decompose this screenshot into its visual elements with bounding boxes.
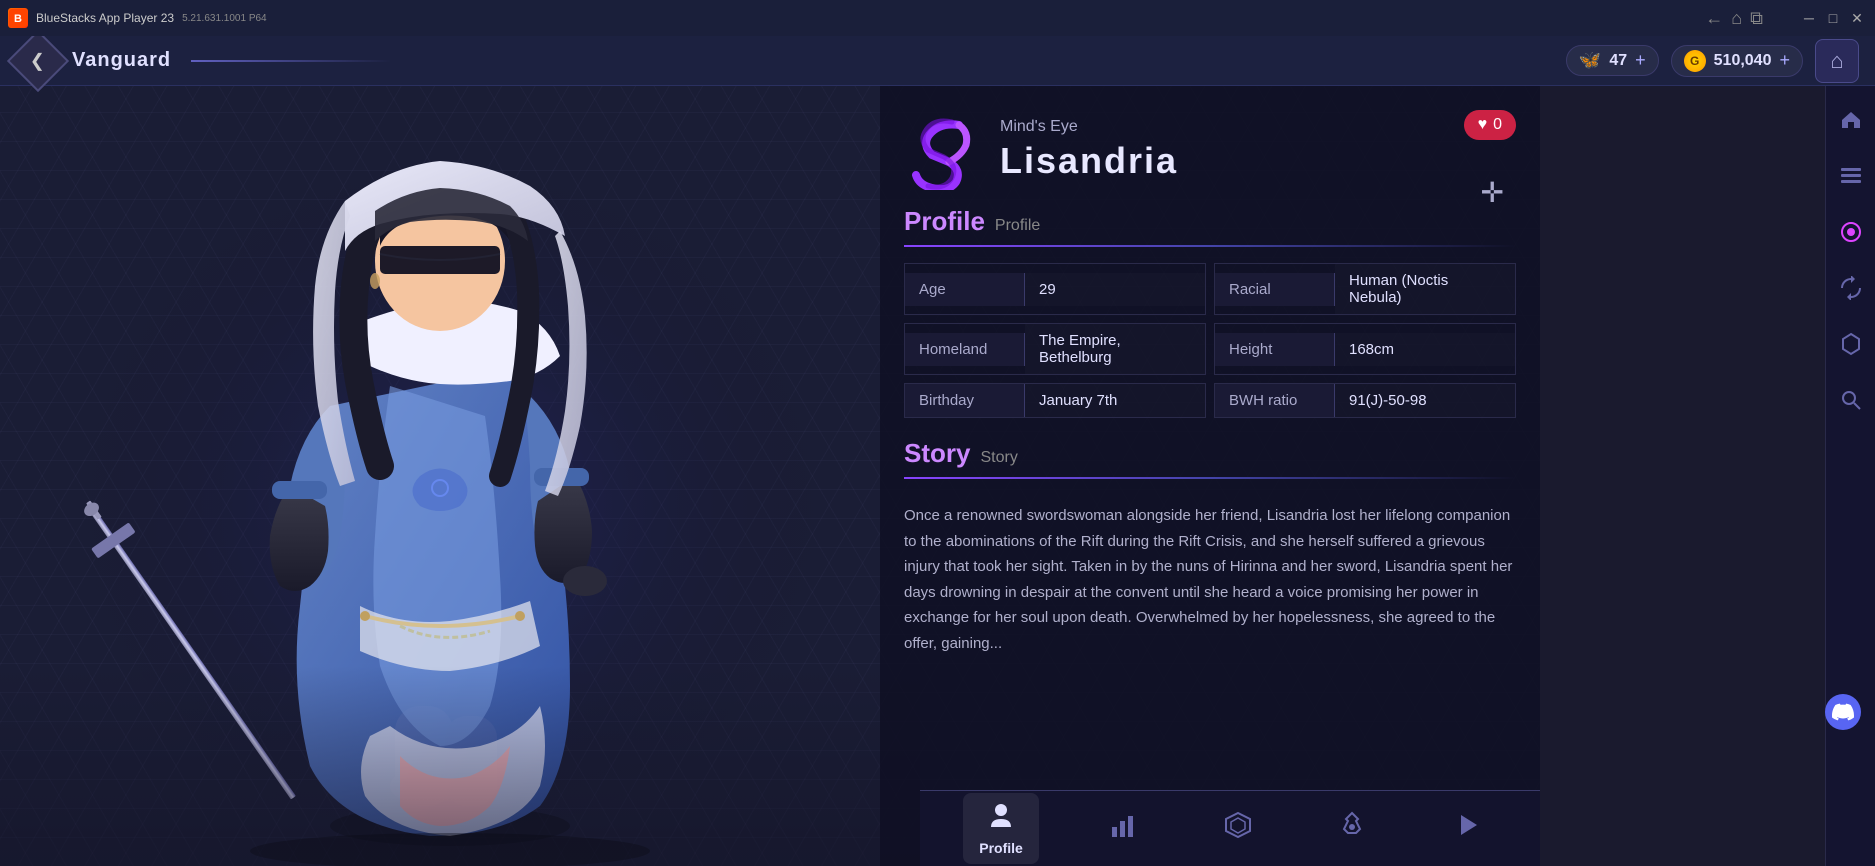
tab-stats-icon xyxy=(1109,811,1137,846)
character-name-block: Mind's Eye Lisandria xyxy=(1000,118,1178,182)
height-value: 168cm xyxy=(1335,333,1515,366)
tab-profile-label: Profile xyxy=(979,840,1023,856)
window-controls: ─ □ ✕ xyxy=(1799,8,1867,28)
character-subtitle: Mind's Eye xyxy=(1000,118,1178,136)
nav-underline xyxy=(191,60,391,62)
nav-title: Vanguard xyxy=(72,49,171,72)
nav-bar: ❮ Vanguard 🦋 47 + G 510,040 + ⌂ xyxy=(0,36,1875,86)
stat-row-bwh: BWH ratio 91(J)-50-98 xyxy=(1214,383,1516,418)
character-name: Lisandria xyxy=(1000,140,1178,182)
character-illustration xyxy=(0,86,920,866)
birthday-value: January 7th xyxy=(1025,384,1205,417)
stat-row-height: Height 168cm xyxy=(1214,323,1516,375)
app-icon: B xyxy=(8,8,28,28)
tab-action[interactable] xyxy=(1437,803,1497,854)
stats-grid: Age 29 Racial Human (Noctis Nebula) Home… xyxy=(904,263,1516,418)
sidebar-hex-icon[interactable] xyxy=(1833,326,1869,362)
titlebar-back-icon[interactable]: ← xyxy=(1705,8,1723,29)
sidebar-refresh-icon[interactable] xyxy=(1833,270,1869,306)
character-svg xyxy=(50,106,850,866)
bwh-label: BWH ratio xyxy=(1215,384,1335,417)
stat-row-racial: Racial Human (Noctis Nebula) xyxy=(1214,263,1516,315)
bottom-tab-bar: Profile xyxy=(920,790,1540,866)
butterfly-plus-button[interactable]: + xyxy=(1635,50,1646,71)
maximize-button[interactable]: □ xyxy=(1823,8,1843,28)
stat-row-homeland: Homeland The Empire, Bethelburg xyxy=(904,323,1206,375)
racial-value: Human (Noctis Nebula) xyxy=(1335,264,1515,314)
gold-currency: G 510,040 + xyxy=(1671,45,1803,77)
tab-profile-icon xyxy=(987,801,1015,836)
age-value: 29 xyxy=(1025,273,1205,306)
stat-row-birthday: Birthday January 7th xyxy=(904,383,1206,418)
story-title-main: Story xyxy=(904,438,970,469)
gold-amount: 510,040 xyxy=(1714,52,1772,70)
main-content: ♥ 0 ✛ Mind's Eye Lisandria xyxy=(0,86,1540,866)
sidebar-home-icon[interactable] xyxy=(1833,102,1869,138)
homeland-value: The Empire, Bethelburg xyxy=(1025,324,1205,374)
title-bar: B BlueStacks App Player 23 5.21.631.1001… xyxy=(0,0,1875,36)
tab-equipment[interactable] xyxy=(1322,803,1382,854)
butterfly-currency: 🦋 47 + xyxy=(1566,45,1659,76)
app-title: BlueStacks App Player 23 xyxy=(36,11,174,25)
sidebar-search-icon[interactable] xyxy=(1833,382,1869,418)
sidebar-settings-icon[interactable] xyxy=(1833,158,1869,194)
home-button[interactable]: ⌂ xyxy=(1815,39,1859,83)
heart-count: 0 xyxy=(1493,116,1502,134)
profile-title-main: Profile xyxy=(904,206,985,237)
story-text: Once a renowned swordswoman alongside he… xyxy=(904,495,1516,664)
home-icon: ⌂ xyxy=(1830,48,1843,74)
story-section-header: Story Story xyxy=(904,438,1516,469)
tab-skills[interactable] xyxy=(1208,803,1268,854)
profile-section-header: Profile Profile xyxy=(904,206,1516,237)
back-button[interactable]: ❮ xyxy=(7,29,69,91)
butterfly-count: 47 xyxy=(1609,52,1627,70)
gold-plus-button[interactable]: + xyxy=(1779,50,1790,71)
stat-row-age: Age 29 xyxy=(904,263,1206,315)
story-divider xyxy=(904,477,1516,479)
height-label: Height xyxy=(1215,333,1335,366)
story-title-sub: Story xyxy=(980,449,1017,467)
svg-text:B: B xyxy=(14,13,22,25)
heart-button[interactable]: ♥ 0 xyxy=(1464,110,1516,140)
racial-label: Racial xyxy=(1215,273,1335,306)
discord-button[interactable] xyxy=(1825,694,1861,730)
titlebar-home-icon[interactable]: ⌂ xyxy=(1731,8,1742,29)
sidebar-record-icon[interactable] xyxy=(1833,214,1869,250)
profile-divider xyxy=(904,245,1516,247)
close-button[interactable]: ✕ xyxy=(1847,8,1867,28)
gold-icon: G xyxy=(1684,50,1706,72)
character-header: Mind's Eye Lisandria xyxy=(904,110,1516,190)
bwh-value: 91(J)-50-98 xyxy=(1335,384,1515,417)
butterfly-icon: 🦋 xyxy=(1579,50,1601,71)
character-logo xyxy=(904,110,984,190)
heart-icon: ♥ xyxy=(1478,116,1488,134)
tab-action-icon xyxy=(1453,811,1481,846)
right-sidebar xyxy=(1825,86,1875,866)
age-label: Age xyxy=(905,273,1025,306)
profile-title-sub: Profile xyxy=(995,217,1040,235)
minimize-button[interactable]: ─ xyxy=(1799,8,1819,28)
homeland-label: Homeland xyxy=(905,333,1025,366)
right-panel: ♥ 0 ✛ Mind's Eye Lisandria xyxy=(880,86,1540,866)
move-icon[interactable]: ✛ xyxy=(1481,176,1504,209)
tab-profile[interactable]: Profile xyxy=(963,793,1039,864)
back-icon: ❮ xyxy=(30,50,45,71)
app-version: 5.21.631.1001 P64 xyxy=(182,13,267,24)
tab-stats[interactable] xyxy=(1093,803,1153,854)
birthday-label: Birthday xyxy=(905,384,1025,417)
tab-equipment-icon xyxy=(1338,811,1366,846)
tab-skills-icon xyxy=(1224,811,1252,846)
titlebar-page-icon[interactable]: ⧉ xyxy=(1750,8,1763,29)
